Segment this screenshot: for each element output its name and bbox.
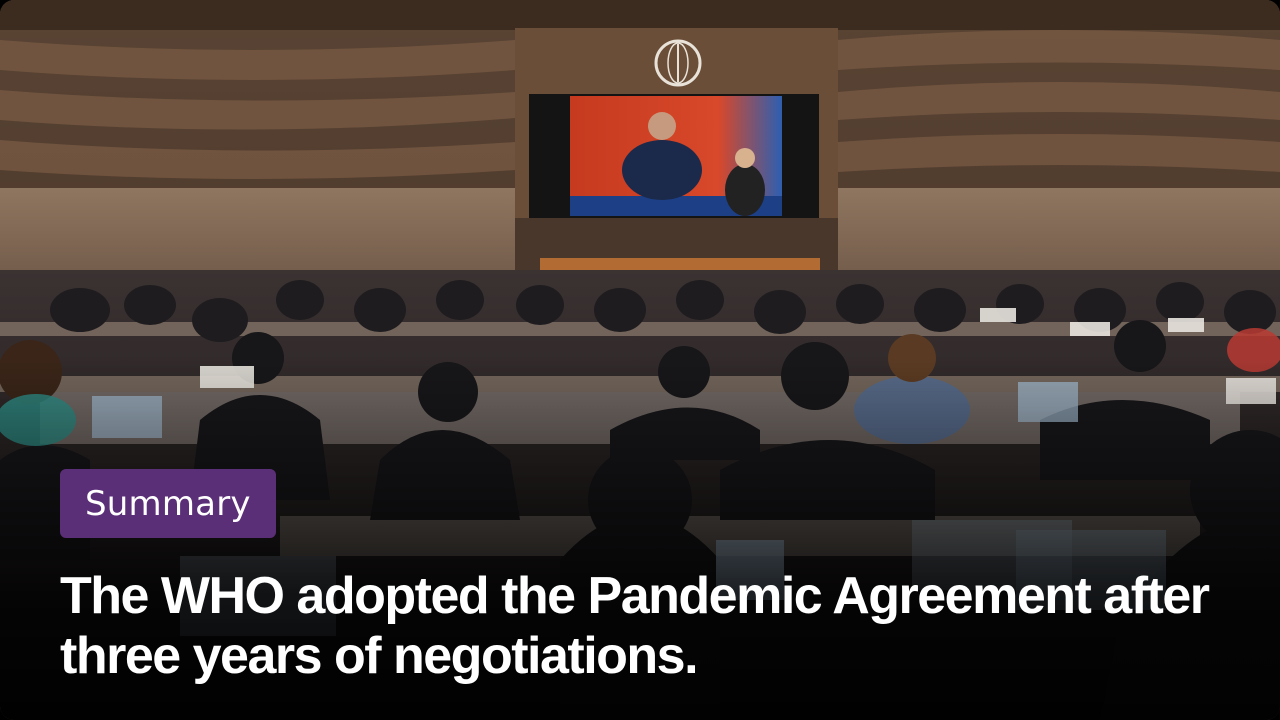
- summary-tag: Summary: [60, 469, 276, 538]
- summary-card: Summary The WHO adopted the Pandemic Agr…: [0, 0, 1280, 720]
- headline: The WHO adopted the Pandemic Agreement a…: [60, 567, 1210, 685]
